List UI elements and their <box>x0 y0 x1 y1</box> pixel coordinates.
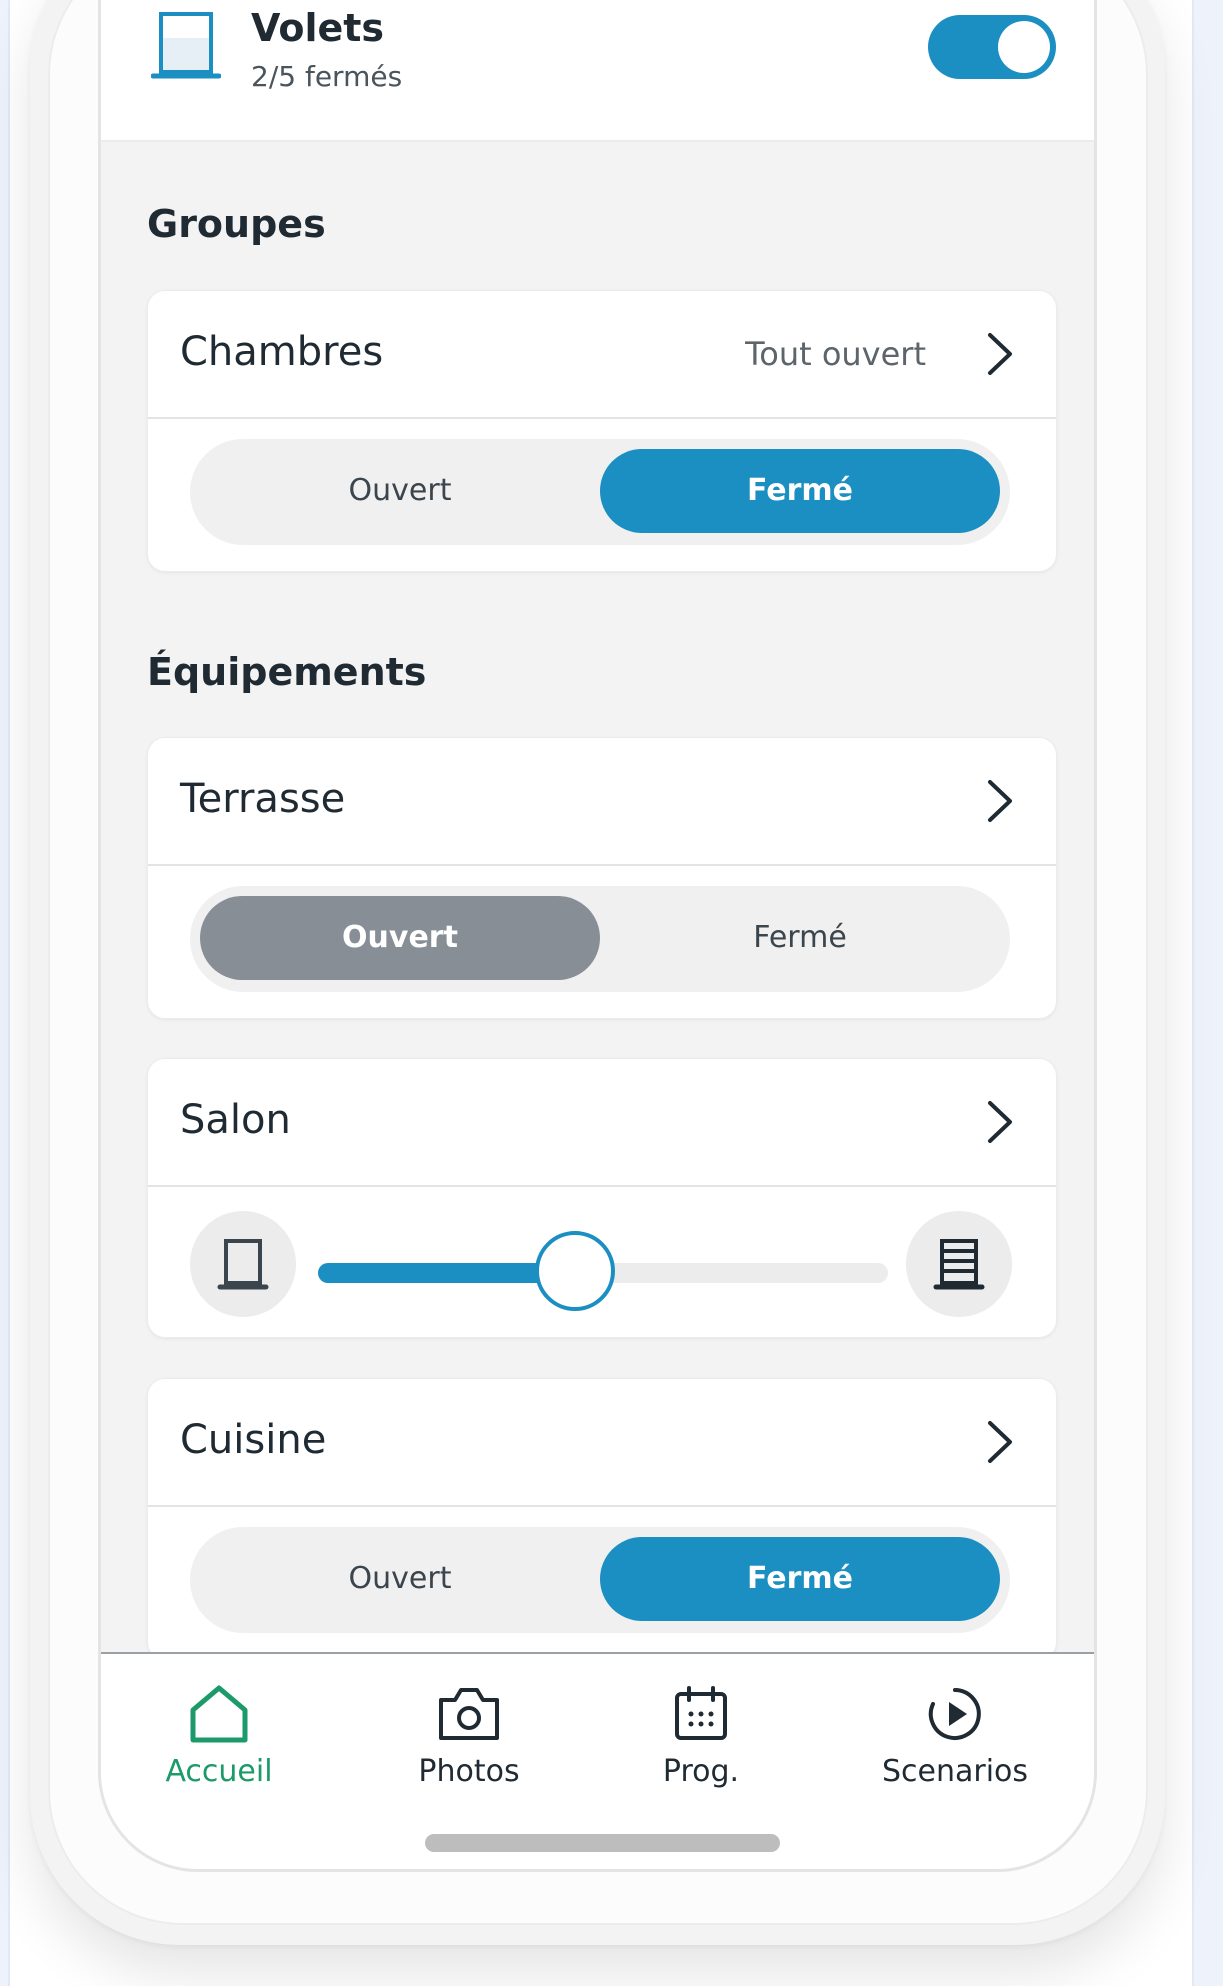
chevron-right-icon[interactable] <box>984 778 1016 824</box>
open-shutter-button[interactable] <box>190 1211 296 1317</box>
groups-section-title: Groupes <box>147 202 326 246</box>
nav-item-accueil[interactable]: Accueil <box>119 1684 319 1789</box>
camera-icon <box>439 1688 499 1740</box>
shutter-open-icon <box>217 1239 269 1290</box>
card-header[interactable]: Chambres Tout ouvert <box>148 291 1056 419</box>
closed-option[interactable]: Fermé <box>600 449 1000 533</box>
card-header[interactable]: Terrasse <box>148 738 1056 866</box>
header-title: Volets <box>251 6 385 50</box>
open-option[interactable]: Ouvert <box>200 1537 600 1621</box>
card-status: Tout ouvert <box>745 335 926 373</box>
home-icon <box>190 1685 248 1743</box>
shutter-icon <box>151 12 221 79</box>
bottom-navigation: Accueil Photos Prog. Scenarios <box>101 1652 1094 1869</box>
toggle-knob <box>998 21 1050 73</box>
page: Volets 2/5 fermés Groupes Chambres Tout … <box>0 0 1223 1986</box>
header-subtitle: 2/5 fermés <box>251 60 403 93</box>
nav-item-scenarios[interactable]: Scenarios <box>855 1684 1055 1789</box>
chevron-right-icon[interactable] <box>984 1419 1016 1465</box>
open-close-segmented-control: Ouvert Fermé <box>190 886 1010 992</box>
chevron-right-icon[interactable] <box>984 1099 1016 1145</box>
open-close-segmented-control: Ouvert Fermé <box>190 439 1010 545</box>
phone-screen: Volets 2/5 fermés Groupes Chambres Tout … <box>98 0 1097 1872</box>
card-name: Chambres <box>180 329 384 375</box>
play-circle-icon <box>928 1688 981 1740</box>
equipment-card-salon: Salon <box>147 1058 1057 1338</box>
shutters-toggle[interactable] <box>928 15 1056 79</box>
shutters-header: Volets 2/5 fermés <box>101 0 1094 142</box>
card-name: Terrasse <box>180 776 346 822</box>
left-edge-strip <box>0 0 10 1986</box>
card-header[interactable]: Cuisine <box>148 1379 1056 1507</box>
nav-label: Prog. <box>662 1754 740 1789</box>
card-header[interactable]: Salon <box>148 1059 1056 1187</box>
equipment-card-cuisine: Cuisine Ouvert Fermé <box>147 1378 1057 1660</box>
home-indicator[interactable] <box>425 1834 780 1852</box>
equipments-section-title: Équipements <box>147 650 427 694</box>
nav-item-photos[interactable]: Photos <box>369 1684 569 1789</box>
closed-option[interactable]: Fermé <box>600 1537 1000 1621</box>
open-close-segmented-control: Ouvert Fermé <box>190 1527 1010 1633</box>
nav-label: Accueil <box>165 1754 273 1789</box>
closed-option[interactable]: Fermé <box>600 896 1000 980</box>
group-card-chambres: Chambres Tout ouvert Ouvert Fermé <box>147 290 1057 572</box>
chevron-right-icon[interactable] <box>984 331 1016 377</box>
card-name: Cuisine <box>180 1417 327 1463</box>
close-shutter-button[interactable] <box>906 1211 1012 1317</box>
calendar-icon <box>675 1686 727 1740</box>
card-name: Salon <box>180 1097 291 1143</box>
nav-label: Scenarios <box>881 1754 1029 1789</box>
nav-item-prog[interactable]: Prog. <box>601 1684 801 1789</box>
shutter-closed-icon <box>933 1239 985 1290</box>
nav-label: Photos <box>418 1754 520 1789</box>
open-option[interactable]: Ouvert <box>200 449 600 533</box>
right-edge-strip <box>1192 0 1223 1986</box>
shutter-position-row <box>148 1187 1056 1337</box>
open-option[interactable]: Ouvert <box>200 896 600 980</box>
equipment-card-terrasse: Terrasse Ouvert Fermé <box>147 737 1057 1019</box>
position-slider-thumb[interactable] <box>534 1231 615 1311</box>
